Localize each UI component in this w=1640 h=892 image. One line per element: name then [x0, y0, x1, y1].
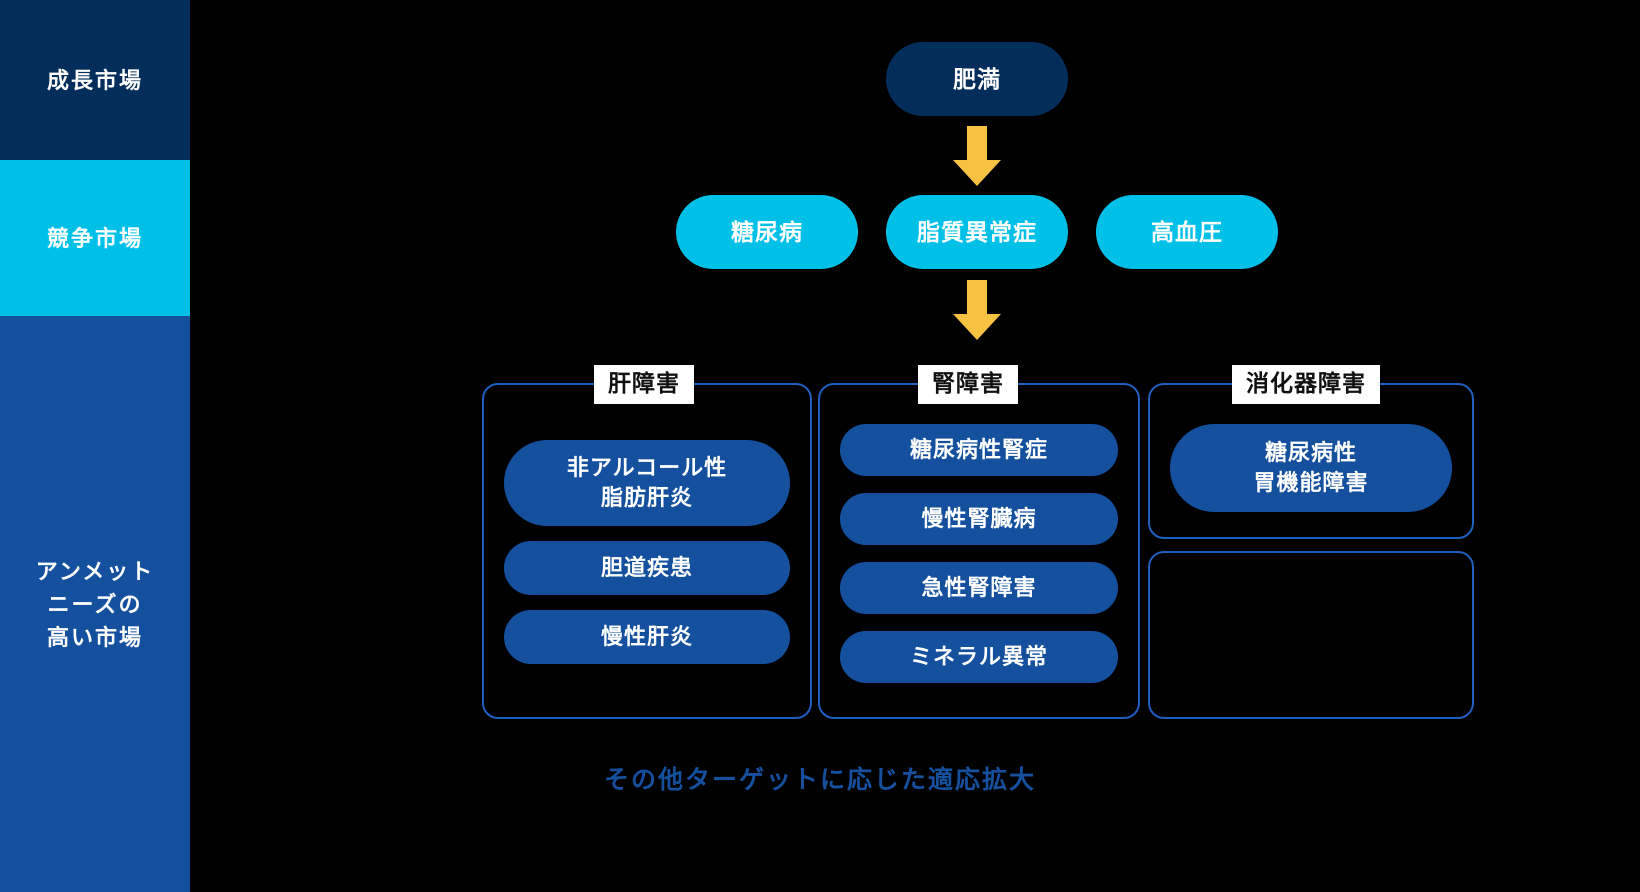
item-diabetic-nephropathy[interactable]: 糖尿病性腎症 [840, 424, 1118, 476]
node-diabetes-label: 糖尿病 [731, 218, 803, 245]
group-empty-expansion [1148, 551, 1474, 719]
unmet-label-line-1: アンメット [35, 558, 155, 584]
item-chronic-hepatitis-label: 慢性肝炎 [600, 624, 693, 650]
diagram-canvas: 成長市場 競争市場 アンメット ニーズの 高い市場 肥満 糖尿病 脂質異常症 高… [0, 0, 1640, 892]
item-mineral-abnormality[interactable]: ミネラル異常 [840, 631, 1118, 683]
unmet-label-line-2: ニーズの [47, 591, 143, 617]
item-diabetic-gastroparesis[interactable]: 糖尿病性 胃機能障害 [1170, 424, 1452, 512]
item-diabetic-nephropathy-label: 糖尿病性腎症 [909, 437, 1048, 463]
node-hypertension[interactable]: 高血圧 [1096, 195, 1278, 269]
market-band-competitive-label: 競争市場 [46, 225, 143, 251]
footer-caption: その他ターゲットに応じた適応拡大 [603, 766, 1036, 794]
node-obesity[interactable]: 肥満 [886, 42, 1068, 116]
item-diabetic-gastroparesis-line-2: 胃機能障害 [1253, 470, 1369, 495]
market-band-unmet-needs-label: アンメット ニーズの 高い市場 [36, 555, 154, 654]
node-hypertension-label: 高血圧 [1151, 218, 1223, 245]
item-nash[interactable]: 非アルコール性 脂肪肝炎 [504, 440, 790, 526]
group-title-liver-disorder: 肝障害 [594, 365, 694, 404]
group-title-kidney-disorder: 腎障害 [918, 365, 1018, 404]
arrow-down-icon-obesity-to-comorbidity [949, 126, 1005, 188]
item-acute-kidney-injury[interactable]: 急性腎障害 [840, 562, 1118, 614]
market-band-growth-label: 成長市場 [46, 67, 143, 93]
item-chronic-kidney-disease-label: 慢性腎臓病 [921, 506, 1037, 532]
item-biliary-disease[interactable]: 胆道疾患 [504, 541, 790, 595]
market-band-competitive: 競争市場 [0, 160, 190, 316]
node-obesity-label: 肥満 [953, 65, 1001, 92]
market-band-growth: 成長市場 [0, 0, 190, 160]
node-dyslipidemia[interactable]: 脂質異常症 [886, 195, 1068, 269]
item-nash-line-1: 非アルコール性 [566, 455, 728, 481]
node-dyslipidemia-label: 脂質異常症 [917, 218, 1037, 245]
arrow-down-icon-comorbidity-to-organ-damage [949, 280, 1005, 342]
item-chronic-kidney-disease[interactable]: 慢性腎臓病 [840, 493, 1118, 545]
item-biliary-disease-label: 胆道疾患 [600, 555, 693, 581]
item-chronic-hepatitis[interactable]: 慢性肝炎 [504, 610, 790, 664]
item-acute-kidney-injury-label: 急性腎障害 [921, 575, 1037, 601]
item-nash-line-2: 脂肪肝炎 [600, 485, 693, 510]
item-mineral-abnormality-label: ミネラル異常 [909, 644, 1048, 670]
market-band-unmet-needs: アンメット ニーズの 高い市場 [0, 316, 190, 892]
item-diabetic-gastroparesis-line-1: 糖尿病性 [1264, 440, 1357, 466]
unmet-label-line-3: 高い市場 [46, 624, 143, 650]
group-title-gastrointestinal-disorder: 消化器障害 [1232, 365, 1380, 404]
node-diabetes[interactable]: 糖尿病 [676, 195, 858, 269]
